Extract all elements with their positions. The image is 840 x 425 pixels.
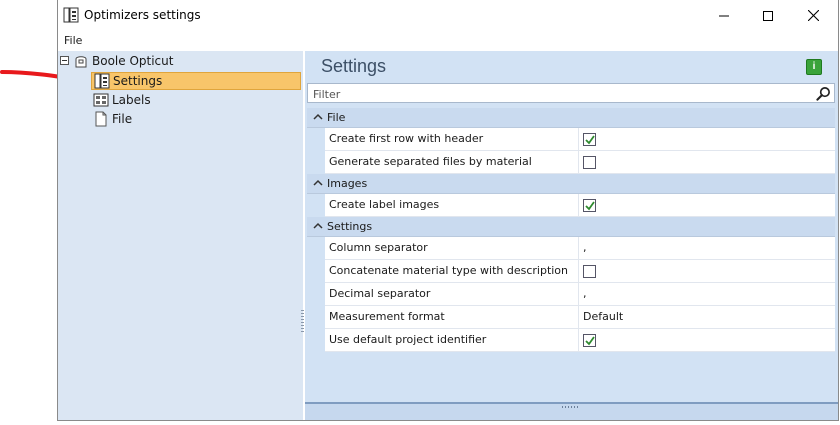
property-row: Generate separated files by material [325,151,835,174]
property-name: Measurement format [325,306,579,328]
property-grid: File Create first row with header Genera… [307,108,835,352]
app-window: Optimizers settings File Boole Opticut S… [57,0,839,421]
tree-item-label: Labels [112,93,151,107]
close-icon [807,10,819,21]
window-title: Optimizers settings [84,8,201,22]
collapse-caret-icon[interactable] [313,221,323,231]
property-row: Measurement format Default [325,306,835,329]
panel-title: Settings [321,56,387,76]
settings-app-icon [63,7,79,23]
settings-icon [94,73,110,89]
title-bar: Optimizers settings [58,0,838,31]
category-settings[interactable]: Settings [307,217,835,237]
property-checkbox[interactable] [583,265,596,278]
search-icon[interactable] [816,86,831,101]
tree-item-label: File [112,112,133,126]
property-row: Decimal separator , [325,283,835,306]
category-label: Settings [327,220,373,233]
minimize-icon [719,15,729,16]
property-value[interactable]: , [583,237,587,259]
property-value[interactable]: , [583,283,587,305]
property-name: Generate separated files by material [325,151,579,173]
property-name: Create label images [325,194,579,216]
property-row: Use default project identifier [325,329,835,352]
property-checkbox[interactable] [583,199,596,212]
tree-item-labels[interactable]: Labels [93,91,151,109]
machine-icon [75,56,87,68]
settings-panel: Settings i File Create first row with he… [305,51,838,420]
info-button[interactable]: i [806,59,822,75]
property-checkbox[interactable] [583,133,596,146]
category-images[interactable]: Images [307,174,835,194]
labels-icon [93,93,109,107]
close-button[interactable] [791,0,835,31]
splitter-grip-icon [562,406,578,408]
property-row: Create first row with header [325,128,835,151]
description-splitter[interactable] [305,402,838,420]
property-name: Create first row with header [325,128,579,150]
category-label: File [327,111,346,124]
filter-input[interactable] [311,85,810,103]
check-icon [585,336,595,346]
tree-item-settings[interactable]: Settings [91,72,301,90]
property-checkbox[interactable] [583,334,596,347]
collapse-caret-icon[interactable] [313,178,323,188]
maximize-button[interactable] [746,0,790,31]
menu-file[interactable]: File [64,34,82,47]
maximize-icon [763,10,773,21]
filter-box [307,83,835,103]
property-row: Concatenate material type with descripti… [325,260,835,283]
tree-item-label: Settings [113,74,163,88]
collapse-caret-icon[interactable] [313,112,323,122]
property-name: Use default project identifier [325,329,579,351]
property-name: Column separator [325,237,579,259]
minimize-button[interactable] [702,0,746,31]
property-value[interactable]: Default [583,306,623,328]
vertical-splitter-grip[interactable] [301,310,304,334]
menu-bar: File [58,31,838,51]
category-file[interactable]: File [307,108,835,128]
category-label: Images [327,177,368,190]
property-name: Concatenate material type with descripti… [325,260,579,282]
property-name: Decimal separator [325,283,579,305]
property-row: Create label images [325,194,835,217]
check-icon [585,201,595,211]
file-icon [95,111,107,127]
tree-item-file[interactable]: File [93,110,132,128]
tree-item-label: Boole Opticut [92,54,174,68]
tree-item-root[interactable]: Boole Opticut [73,52,173,70]
collapse-expander[interactable] [60,56,69,65]
property-checkbox[interactable] [583,156,596,169]
check-icon [585,135,595,145]
property-row: Column separator , [325,237,835,260]
